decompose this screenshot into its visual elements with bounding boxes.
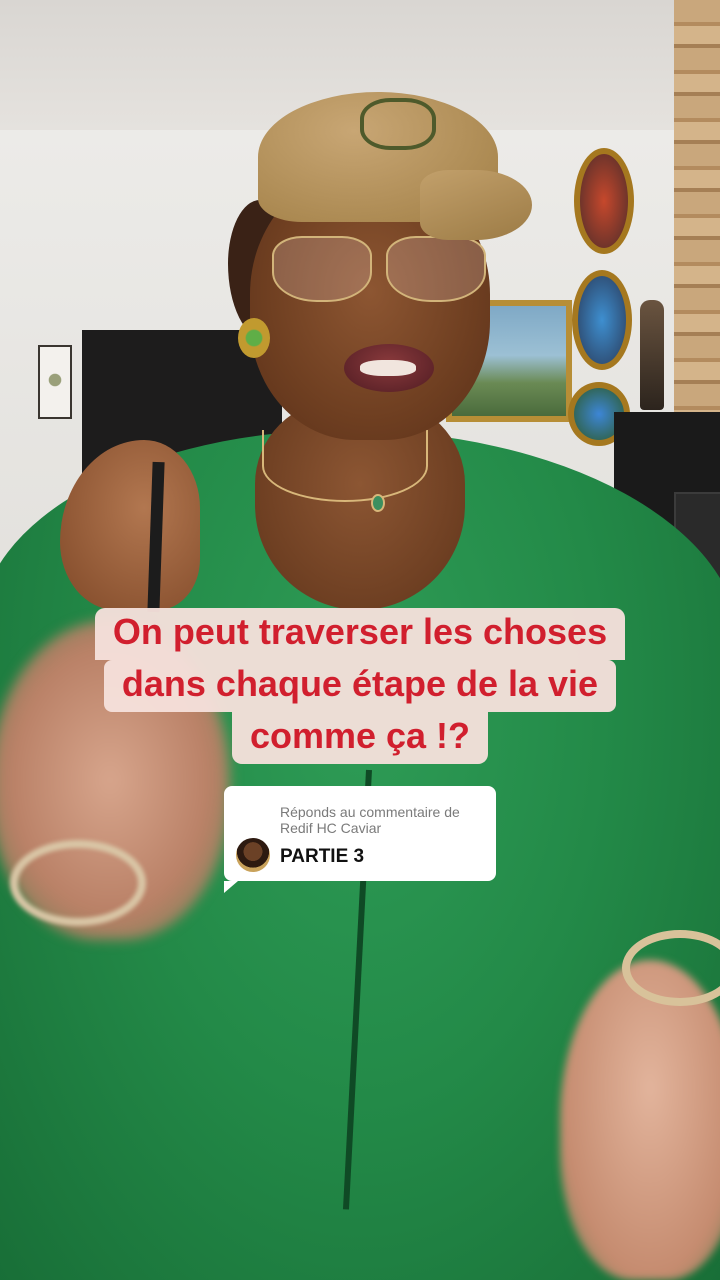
stone-wall	[674, 0, 720, 420]
caption-line: dans chaque étape de la vie	[103, 660, 617, 712]
reply-username: Redif HC Caviar	[280, 820, 382, 836]
caption-line: On peut traverser les choses	[94, 608, 626, 660]
necklace	[262, 430, 428, 502]
earring	[238, 318, 270, 358]
avatar	[236, 838, 270, 872]
reply-prefix: Réponds au commentaire de	[280, 804, 460, 820]
glasses-lens	[272, 236, 372, 302]
oval-frame	[574, 148, 634, 254]
statuette	[640, 300, 664, 410]
teeth	[360, 360, 416, 376]
reply-comment: PARTIE 3	[280, 846, 365, 867]
glasses-lens	[386, 236, 486, 302]
cap-logo	[360, 98, 436, 150]
cap-brim	[420, 170, 532, 240]
comment-reply-sticker[interactable]: Réponds au commentaire de Redif HC Cavia…	[224, 786, 496, 893]
caption-line: comme ça !?	[231, 712, 489, 764]
pendant	[371, 494, 385, 512]
bracelet	[10, 840, 146, 926]
oval-frame	[572, 270, 632, 370]
wall-frame	[38, 345, 72, 419]
caption-overlay: On peut traverser les choses dans chaque…	[0, 608, 720, 764]
